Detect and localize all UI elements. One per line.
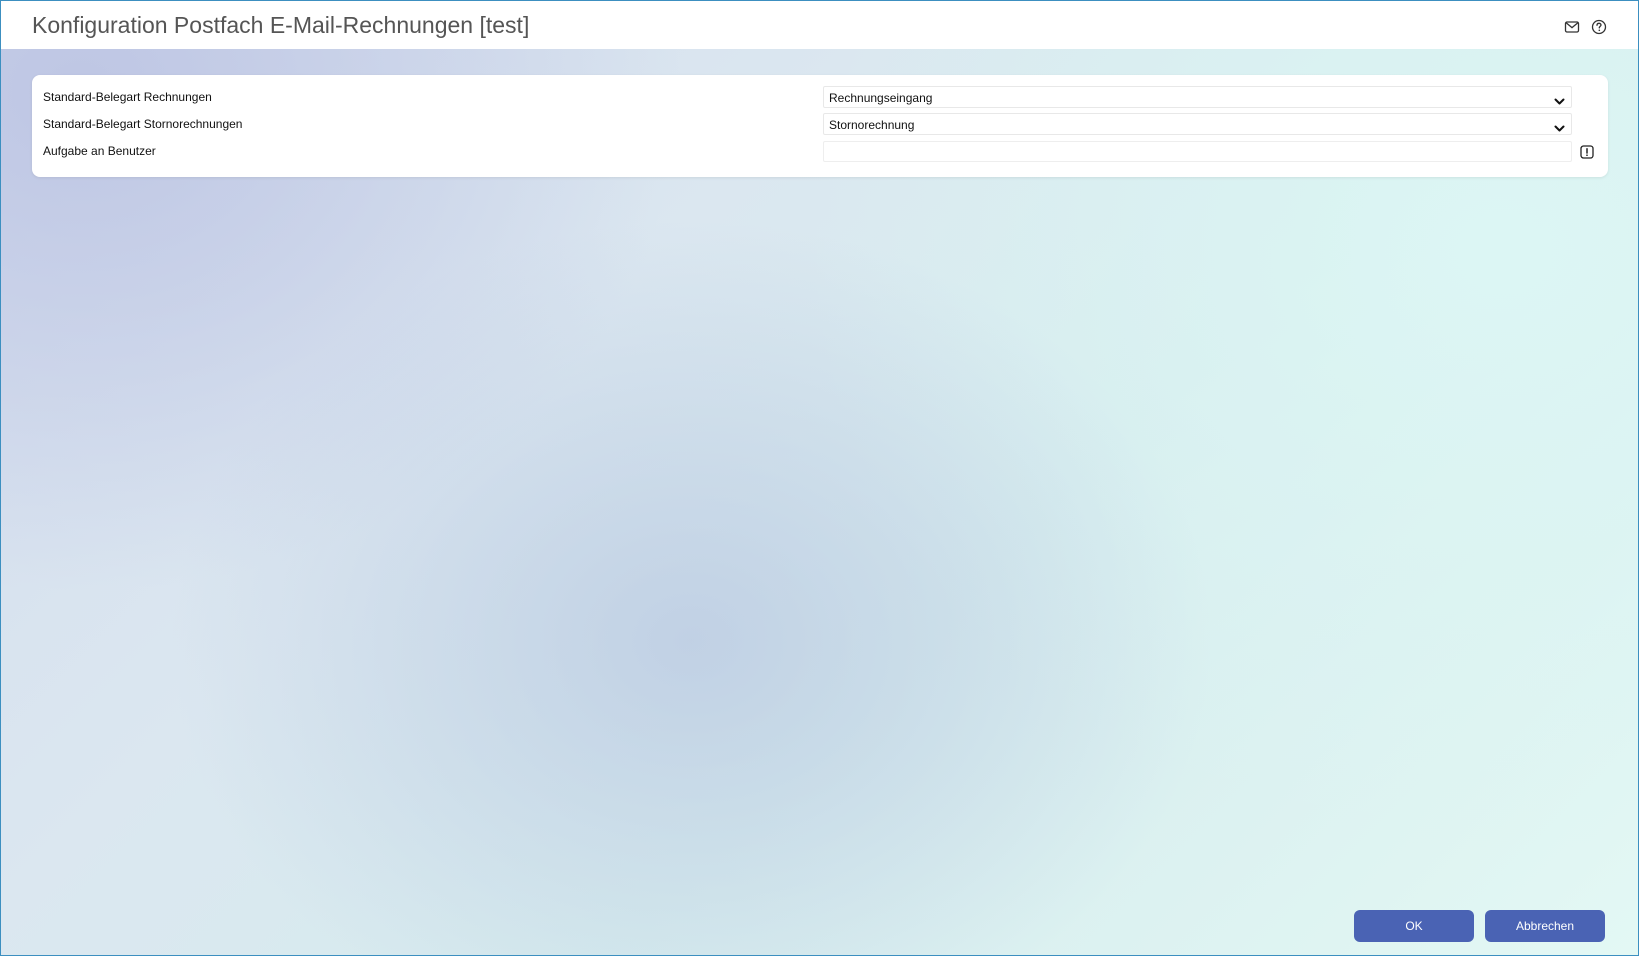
ok-button[interactable]: OK bbox=[1354, 910, 1474, 942]
row-standard-belegart-rechnungen: Standard-Belegart Rechnungen Rechnungsei… bbox=[32, 85, 1608, 111]
chevron-down-icon bbox=[1554, 93, 1565, 105]
standard-belegart-rechnungen-select[interactable]: Rechnungseingang bbox=[823, 86, 1572, 108]
select-value: Rechnungseingang bbox=[829, 91, 933, 105]
select-value: Stornorechnung bbox=[829, 118, 915, 132]
alert-icon[interactable] bbox=[1580, 145, 1594, 159]
field-label: Standard-Belegart Rechnungen bbox=[43, 90, 212, 104]
dialog-window: Konfiguration Postfach E-Mail-Rechnungen… bbox=[0, 0, 1639, 956]
chevron-down-icon bbox=[1554, 120, 1565, 132]
row-standard-belegart-stornorechnungen: Standard-Belegart Stornorechnungen Storn… bbox=[32, 112, 1608, 138]
cancel-button[interactable]: Abbrechen bbox=[1485, 910, 1605, 942]
mail-icon[interactable] bbox=[1564, 19, 1580, 35]
help-icon[interactable] bbox=[1591, 19, 1607, 35]
settings-panel: Standard-Belegart Rechnungen Rechnungsei… bbox=[32, 75, 1608, 177]
aufgabe-an-benutzer-input[interactable] bbox=[823, 141, 1572, 162]
row-aufgabe-an-benutzer: Aufgabe an Benutzer bbox=[32, 139, 1608, 165]
page-title: Konfiguration Postfach E-Mail-Rechnungen… bbox=[32, 12, 530, 38]
title-bar: Konfiguration Postfach E-Mail-Rechnungen… bbox=[1, 1, 1638, 49]
standard-belegart-stornorechnungen-select[interactable]: Stornorechnung bbox=[823, 113, 1572, 135]
field-label: Standard-Belegart Stornorechnungen bbox=[43, 117, 243, 131]
field-label: Aufgabe an Benutzer bbox=[43, 144, 156, 158]
